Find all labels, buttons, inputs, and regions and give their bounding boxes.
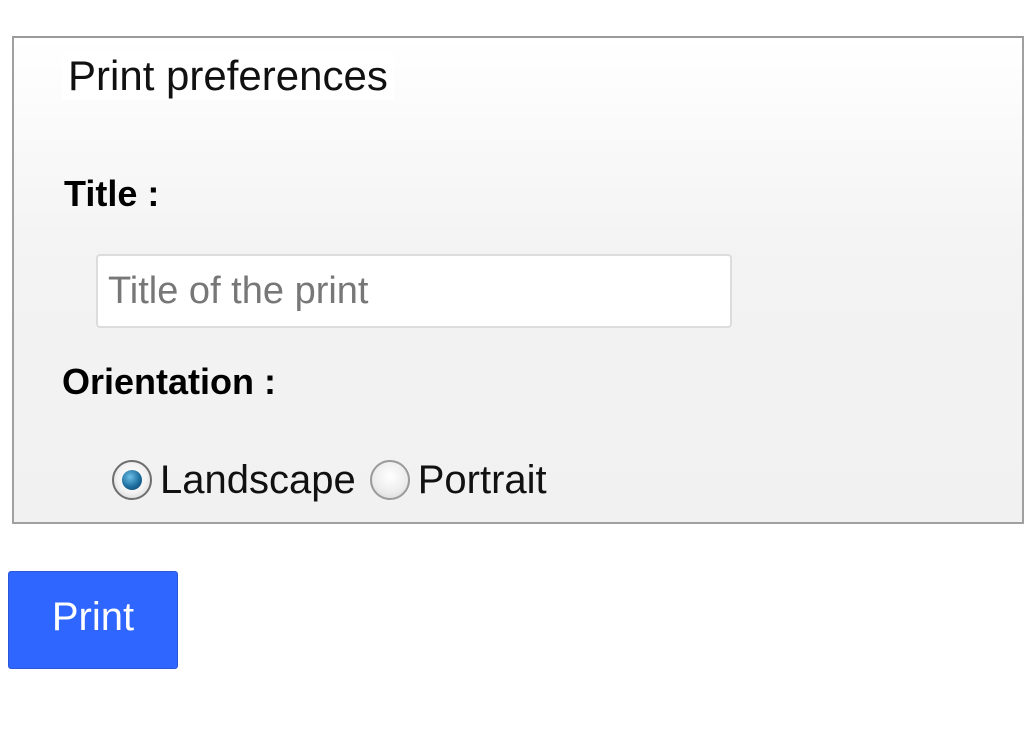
landscape-label[interactable]: Landscape [160, 456, 356, 504]
orientation-label: Orientation : [62, 361, 276, 402]
print-preferences-page: Print preferences Title : Orientation : … [0, 0, 1030, 729]
landscape-radio[interactable] [112, 460, 152, 500]
portrait-option[interactable]: Portrait [369, 456, 547, 504]
print-preferences-fieldset: Print preferences Title : Orientation : … [12, 36, 1024, 524]
orientation-radio-group: Landscape Portrait [112, 452, 547, 508]
title-label: Title : [64, 173, 160, 214]
print-button[interactable]: Print [8, 571, 178, 669]
landscape-option[interactable]: Landscape [112, 456, 356, 504]
fieldset-legend: Print preferences [62, 52, 394, 100]
portrait-radio[interactable] [369, 460, 410, 500]
portrait-label[interactable]: Portrait [418, 456, 547, 504]
title-input[interactable] [96, 254, 732, 328]
